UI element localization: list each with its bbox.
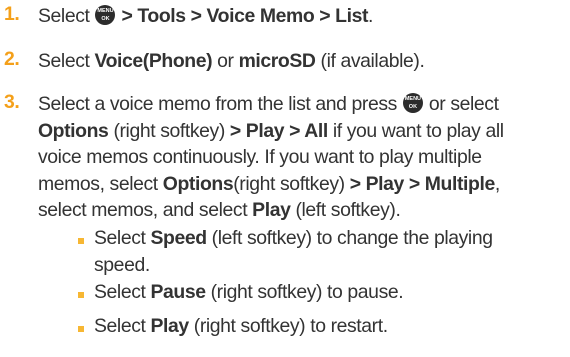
step-text-line: Select a voice memo from the list and pr… [38,93,499,115]
step-number: 3. [4,91,20,113]
step-text-line: voice memos continuously. If you want to… [38,146,482,168]
bullet-icon [78,238,84,244]
bullet-icon [78,326,84,332]
bullet-icon [78,292,84,298]
step-text-line: select memos, and select Play (left soft… [38,199,401,221]
menu-ok-key-icon: MENU OK [95,5,116,25]
step-text: Select MENU OK > Tools > Voice Memo > Lis… [38,5,374,27]
sub-item-line: Select Play (right softkey) to restart. [94,315,388,337]
menu-ok-key-icon: MENU OK [402,93,423,113]
sub-item-line: speed. [94,253,150,276]
step-text-line: Options (right softkey) > Play > All if … [38,119,504,142]
sub-item-line: Select Pause (right softkey) to pause. [94,281,404,303]
sub-item-line: Select Speed (left softkey) to change th… [94,227,493,249]
step-text: Select Voice(Phone) or microSD (if avail… [38,50,425,72]
step-text-line: memos, select Options(right softkey) > P… [38,172,500,195]
step-number: 2. [4,48,20,70]
step-number: 1. [4,3,20,25]
